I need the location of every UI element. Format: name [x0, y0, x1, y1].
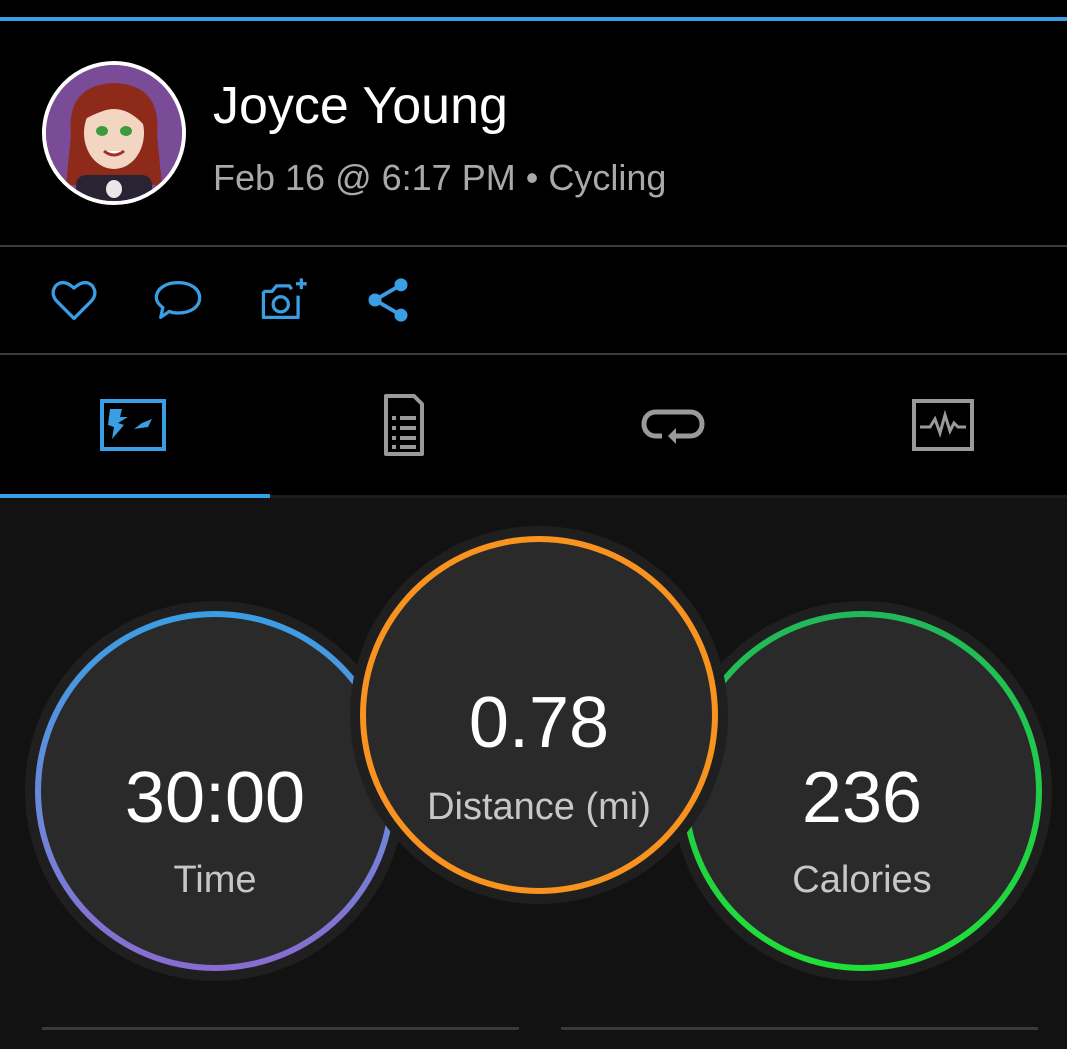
time-value: 30:00	[124, 758, 306, 838]
tab-details[interactable]	[270, 356, 536, 494]
avatar[interactable]	[42, 61, 186, 205]
avatar-image	[46, 65, 182, 201]
share-icon	[368, 278, 408, 322]
time-stat: 30:00 Time	[41, 617, 389, 965]
calories-value: 236	[801, 758, 923, 838]
calories-label: Calories	[792, 859, 932, 901]
user-name[interactable]: Joyce Young	[213, 76, 508, 136]
header-divider	[0, 245, 1067, 247]
map-icon	[100, 399, 166, 451]
stats-panel: 30:00 Time 236 Calories 0.78 Distance (m…	[0, 498, 1067, 1049]
calories-stat: 236 Calories	[688, 617, 1036, 965]
calories-stat-ring: 236 Calories	[682, 611, 1042, 971]
comment-icon	[154, 281, 202, 319]
distance-stat-ring: 0.78 Distance (mi)	[360, 536, 718, 894]
activity-meta: Feb 16 @ 6:17 PM • Cycling	[213, 157, 666, 199]
tab-map[interactable]	[0, 356, 266, 494]
activity-header: Joyce Young Feb 16 @ 6:17 PM • Cycling	[0, 21, 1067, 246]
laps-icon	[641, 409, 705, 444]
details-icon	[384, 394, 424, 456]
bottom-divider-right	[561, 1027, 1038, 1030]
heart-icon	[51, 281, 97, 321]
distance-stat: 0.78 Distance (mi)	[366, 542, 712, 888]
tab-laps[interactable]	[540, 356, 806, 494]
charts-icon	[912, 399, 974, 451]
bottom-divider-left	[42, 1027, 519, 1030]
time-stat-ring: 30:00 Time	[35, 611, 395, 971]
time-label: Time	[173, 859, 257, 901]
distance-label: Distance (mi)	[427, 786, 651, 828]
add-photo-button[interactable]	[254, 270, 314, 330]
meta-separator: •	[525, 157, 539, 198]
tab-bar	[0, 356, 1067, 499]
share-button[interactable]	[358, 270, 418, 330]
action-bar	[0, 248, 1067, 354]
tab-charts[interactable]	[810, 356, 1067, 494]
distance-value: 0.78	[468, 683, 610, 763]
comment-button[interactable]	[148, 270, 208, 330]
activity-date: Feb 16 @ 6:17 PM	[213, 157, 516, 198]
activity-type: Cycling	[548, 157, 667, 198]
actions-divider	[0, 353, 1067, 355]
like-button[interactable]	[44, 270, 104, 330]
add-photo-icon	[261, 278, 307, 319]
